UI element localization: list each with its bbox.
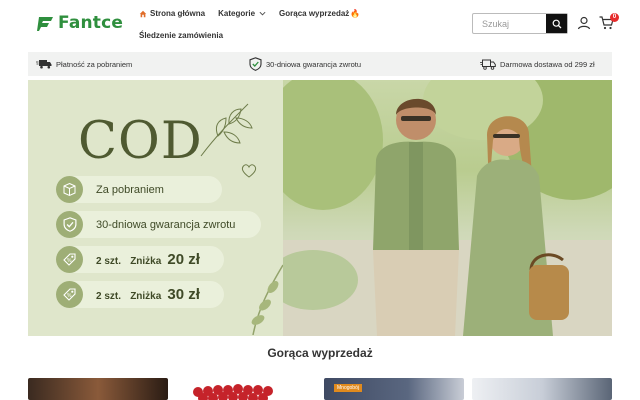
hero-pill-cod-label: Za pobraniem bbox=[96, 183, 164, 196]
benefit-return-label: 30-dniowa gwarancja zwrotu bbox=[266, 59, 362, 69]
benefit-cod-label: Płatność za pobraniem bbox=[56, 59, 133, 69]
search-icon bbox=[552, 19, 561, 28]
delivery-icon bbox=[480, 59, 496, 70]
site-header: Fantce Strona główna Kategorie Gorąca wy… bbox=[0, 0, 640, 50]
nav-order-tracking-label: Śledzenie zamówienia bbox=[139, 31, 224, 40]
leaf-decoration-icon bbox=[200, 103, 253, 157]
product-tag: Mnogobój bbox=[334, 384, 362, 392]
product-card[interactable] bbox=[28, 378, 168, 400]
benefit-free-shipping: Darmowa dostawa od 299 zł bbox=[480, 59, 595, 70]
nav-home-label: Strona główna bbox=[150, 9, 206, 18]
hero-pill-cod: Za pobraniem bbox=[56, 176, 222, 203]
svg-text:%: % bbox=[67, 258, 72, 264]
nav-order-tracking[interactable]: Śledzenie zamówienia bbox=[139, 31, 223, 40]
product-card[interactable]: Mnogobój bbox=[324, 378, 464, 400]
main-nav: Strona główna Kategorie Gorąca wyprzedaż… bbox=[139, 7, 389, 42]
hero-pill-discount-20: % 2 szt. Zniżka 20 zł bbox=[56, 246, 224, 273]
hero-photo bbox=[263, 80, 612, 336]
benefit-return: 30-dniowa gwarancja zwrotu bbox=[249, 57, 361, 71]
benefits-bar: Płatność za pobraniem 30-dniowa gwarancj… bbox=[28, 52, 612, 76]
discount-label: Zniżka bbox=[130, 256, 162, 267]
discount-amount: 20 zł bbox=[167, 251, 200, 268]
product-card[interactable] bbox=[472, 378, 612, 400]
discount-amount: 30 zł bbox=[167, 286, 200, 303]
hero-pill-discount-30-text: 2 szt. Zniżka 30 zł bbox=[96, 286, 200, 303]
section-title: Gorąca wyprzedaż bbox=[267, 346, 373, 360]
box-icon bbox=[56, 176, 83, 203]
hero-pill-discount-30: % 2 szt. Zniżka 30 zł bbox=[56, 281, 224, 308]
cart-count-badge: 0 bbox=[610, 13, 619, 22]
logo-text: Fantce bbox=[58, 13, 124, 33]
benefit-free-shipping-label: Darmowa dostawa od 299 zł bbox=[500, 59, 595, 69]
logo-mark-icon bbox=[37, 17, 53, 31]
fire-icon: 🔥 bbox=[350, 9, 361, 18]
nav-hot-sale[interactable]: Gorąca wyprzedaż 🔥 bbox=[279, 9, 360, 18]
hero-pill-return: 30-dniowa gwarancja zwrotu bbox=[56, 211, 261, 238]
nav-categories-label: Kategorie bbox=[218, 9, 256, 18]
tag-icon: % bbox=[56, 281, 83, 308]
product-thumbnail bbox=[193, 384, 273, 400]
discount-qty: 2 szt. bbox=[96, 291, 122, 302]
search-button[interactable] bbox=[546, 14, 567, 33]
hero-pill-return-label: 30-dniowa gwarancja zwrotu bbox=[96, 218, 236, 231]
discount-qty: 2 szt. bbox=[96, 256, 122, 267]
search-input[interactable] bbox=[473, 14, 546, 33]
leaf-branch-icon bbox=[251, 264, 284, 335]
nav-home[interactable]: Strona główna bbox=[139, 9, 205, 18]
shield-check-icon bbox=[56, 211, 83, 238]
truck-icon bbox=[36, 60, 52, 69]
benefit-cod: Płatność za pobraniem bbox=[36, 59, 132, 69]
hero-left-panel: COD Za pobraniem 30-dniowa gwarancja zwr… bbox=[28, 80, 284, 336]
couple-photo-illustration bbox=[263, 80, 612, 336]
chevron-down-icon bbox=[259, 11, 266, 16]
hero-pill-discount-20-text: 2 szt. Zniżka 20 zł bbox=[96, 251, 200, 268]
home-icon bbox=[139, 10, 147, 17]
heart-icon bbox=[241, 164, 257, 178]
discount-label: Zniżka bbox=[130, 291, 162, 302]
user-account-icon[interactable] bbox=[577, 16, 591, 30]
shield-check-icon bbox=[249, 57, 262, 71]
logo[interactable]: Fantce bbox=[36, 13, 123, 33]
svg-text:%: % bbox=[67, 293, 72, 299]
nav-hot-sale-label: Gorąca wyprzedaż bbox=[279, 9, 350, 18]
search-box bbox=[472, 13, 568, 34]
tag-icon: % bbox=[56, 246, 83, 273]
nav-categories[interactable]: Kategorie bbox=[218, 9, 266, 18]
hero-banner[interactable]: COD Za pobraniem 30-dniowa gwarancja zwr… bbox=[28, 80, 612, 336]
hero-headline: COD bbox=[78, 112, 203, 171]
product-card[interactable] bbox=[176, 378, 316, 400]
